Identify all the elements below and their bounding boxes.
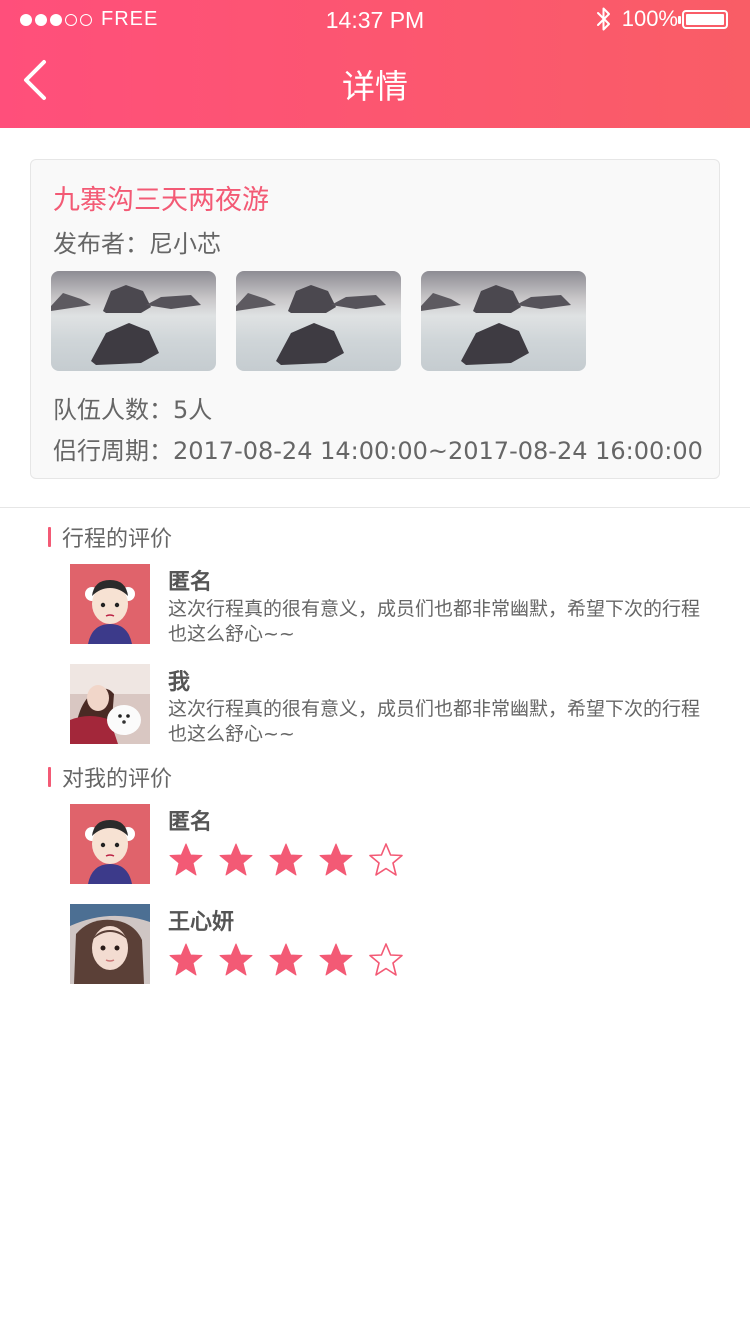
trip-period-label: 侣行周期：2017-08-24 14:00:00~2017-08-24 16:0… [53, 437, 703, 465]
trip-card: 九寨沟三天两夜游 发布者：尼小芯 队伍人数：5人 侣行周期：2017-08-24… [30, 159, 720, 479]
star-empty-icon [369, 943, 403, 976]
star-filled-icon [219, 843, 253, 876]
landscape-photo-icon [421, 285, 571, 365]
reviewer-name: 王心妍 [168, 910, 235, 935]
battery-icon [678, 9, 728, 29]
cartoon-avatar-icon [70, 804, 150, 884]
review-text: 这次行程真的很有意义，成员们也都非常幽默，希望下次的行程也这么舒心~~ [168, 698, 701, 745]
star-filled-icon [319, 843, 353, 876]
star-filled-icon [269, 943, 303, 976]
star-rating [168, 842, 418, 878]
status-right: 100% [596, 6, 728, 32]
user-photo-avatar-icon [70, 904, 150, 984]
bluetooth-icon [596, 7, 610, 31]
trip-reviews-title: 行程的评价 [62, 527, 173, 552]
section-divider [0, 507, 750, 508]
trip-title: 九寨沟三天两夜游 [53, 185, 269, 216]
trip-photos [51, 271, 606, 371]
star-filled-icon [169, 943, 203, 976]
reviewer-name: 我 [168, 670, 191, 695]
star-filled-icon [169, 843, 203, 876]
cartoon-avatar-icon [70, 564, 150, 644]
landscape-photo-icon [236, 285, 386, 365]
reviewer-name: 匿名 [168, 810, 213, 835]
avatar[interactable] [70, 564, 150, 644]
header-bar: FREE 14:37 PM 100% 详情 [0, 0, 750, 128]
user-photo-avatar-icon [70, 664, 150, 744]
trip-photo[interactable] [236, 271, 401, 371]
battery-percent: 100% [621, 6, 678, 31]
trip-photo[interactable] [421, 271, 586, 371]
team-size-label: 队伍人数：5人 [53, 396, 213, 424]
section-marker [48, 767, 51, 787]
page-title: 详情 [342, 67, 408, 106]
trip-reviews-heading: 行程的评价 [48, 521, 172, 553]
section-marker [48, 527, 51, 547]
star-filled-icon [219, 943, 253, 976]
star-filled-icon [269, 843, 303, 876]
my-reviews-title: 对我的评价 [62, 767, 173, 792]
landscape-photo-icon [51, 285, 201, 365]
star-empty-icon [369, 843, 403, 876]
status-bar: FREE 14:37 PM 100% [0, 0, 750, 42]
star-rating [168, 942, 418, 978]
avatar[interactable] [70, 664, 150, 744]
reviewer-name: 匿名 [168, 570, 213, 595]
star-filled-icon [319, 943, 353, 976]
trip-photo[interactable] [51, 271, 216, 371]
avatar[interactable] [70, 904, 150, 984]
my-reviews-heading: 对我的评价 [48, 761, 172, 793]
review-text: 这次行程真的很有意义，成员们也都非常幽默，希望下次的行程也这么舒心~~ [168, 598, 701, 645]
avatar[interactable] [70, 804, 150, 884]
publisher-label: 发布者：尼小芯 [53, 230, 221, 258]
